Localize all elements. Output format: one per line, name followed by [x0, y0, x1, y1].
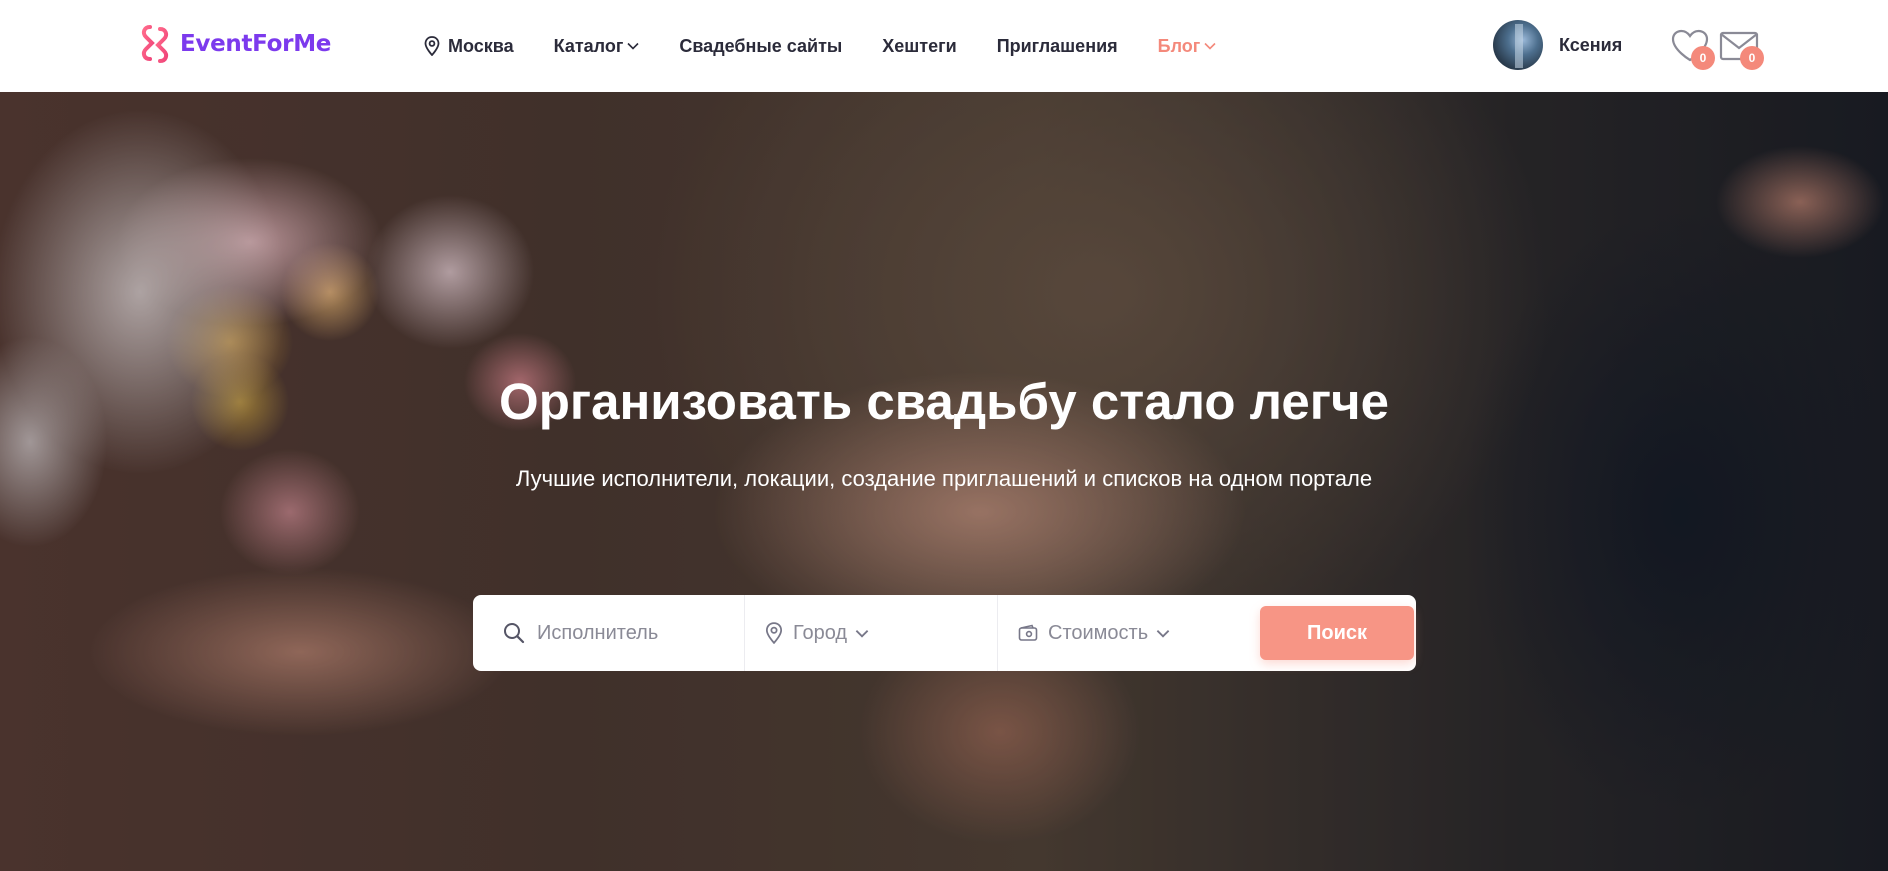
messages-button[interactable]: 0 [1718, 28, 1764, 70]
chevron-down-icon [855, 629, 869, 638]
nav-blog[interactable]: Блог [1158, 36, 1217, 57]
messages-count-badge: 0 [1740, 46, 1764, 70]
logo[interactable]: EventForMe [134, 24, 331, 64]
nav-catalog[interactable]: Каталог [554, 36, 640, 57]
main-nav: Москва Каталог Свадебные сайты Хештеги П… [424, 0, 1256, 92]
search-icon [504, 623, 525, 644]
hero-section: Организовать свадьбу стало легче Лучшие … [0, 92, 1888, 871]
nav-wedding-sites[interactable]: Свадебные сайты [679, 36, 842, 57]
performer-input[interactable] [535, 620, 739, 646]
brand-name: EventForMe [180, 31, 332, 57]
nav-hashtags-label: Хештеги [882, 35, 957, 56]
location-pin-icon [424, 36, 440, 56]
favorites-count-badge: 0 [1691, 46, 1715, 70]
logo-icon [138, 25, 172, 63]
nav-invitations-label: Приглашения [996, 35, 1118, 56]
site-header: EventForMe Москва Каталог Свадебные сайт… [0, 0, 1888, 92]
search-form: Город Стоимость Поиск [473, 595, 1416, 671]
nav-blog-label: Блог [1157, 35, 1201, 56]
chevron-down-icon [1204, 42, 1216, 50]
performer-field[interactable] [473, 595, 745, 671]
location-pin-icon [765, 622, 783, 644]
chevron-down-icon [1156, 629, 1170, 638]
user-menu[interactable]: Ксения [1493, 20, 1622, 70]
nav-city-label: Москва [448, 35, 514, 56]
hero-subtitle: Лучшие исполнители, локации, создание пр… [515, 466, 1373, 491]
search-button[interactable]: Поиск [1260, 606, 1414, 660]
price-select-label: Стоимость [1048, 621, 1149, 644]
chevron-down-icon [627, 42, 639, 50]
nav-invitations[interactable]: Приглашения [997, 36, 1118, 57]
nav-city[interactable]: Москва [424, 36, 514, 57]
city-select[interactable]: Город [745, 595, 998, 671]
user-name: Ксения [1559, 34, 1623, 55]
nav-hashtags[interactable]: Хештеги [882, 36, 956, 57]
wallet-icon [1018, 624, 1038, 641]
nav-catalog-label: Каталог [553, 35, 624, 56]
hero-content: Организовать свадьбу стало легче Лучшие … [0, 92, 1888, 871]
price-select[interactable]: Стоимость [998, 595, 1252, 671]
nav-wedding-sites-label: Свадебные сайты [679, 35, 843, 56]
favorites-button[interactable]: 0 [1669, 28, 1715, 70]
hero-title: Организовать свадьбу стало легче [499, 373, 1389, 430]
avatar [1493, 20, 1543, 70]
city-select-label: Город [793, 621, 848, 644]
